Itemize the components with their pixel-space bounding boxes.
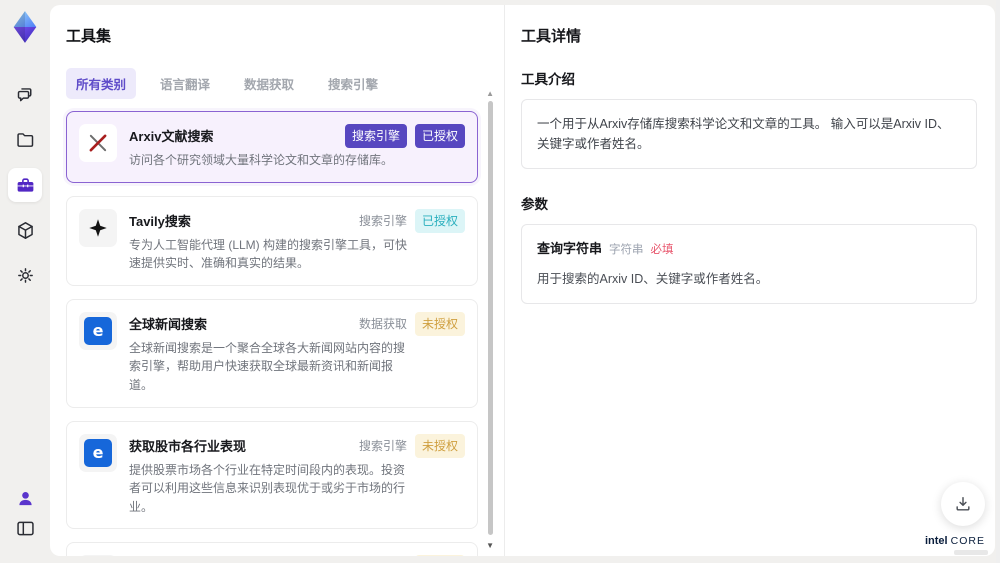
tool-badges: 搜索引擎 已授权 <box>344 124 465 148</box>
tool-list-pane: 工具集 所有类别 语言翻译 数据获取 搜索引擎 Arxiv文献搜索 访问各个研究… <box>50 5 505 556</box>
tavily-logo-icon <box>79 208 117 247</box>
tool-card-tavily[interactable]: Tavily搜索 专为人工智能代理 (LLM) 构建的搜索引擎工具，可快速提供实… <box>66 195 478 286</box>
scroll-down-arrow[interactable]: ▼ <box>486 541 494 550</box>
sidebar-collapse-button[interactable] <box>8 511 42 545</box>
sidebar-item-settings[interactable] <box>8 258 42 292</box>
tab-search-engine[interactable]: 搜索引擎 <box>318 68 388 99</box>
intel-wordmark: intel <box>924 535 948 547</box>
parameter-type: 字符串 <box>609 244 644 256</box>
parameter-box: 查询字符串 字符串 必填 用于搜索的Arxiv ID、关键字或作者姓名。 <box>521 224 977 304</box>
auth-status-badge: 已授权 <box>414 208 465 233</box>
parameter-required-badge: 必填 <box>650 244 674 256</box>
tab-all-categories[interactable]: 所有类别 <box>66 68 137 99</box>
stock-sectors-logo-icon: e <box>79 433 117 472</box>
folder-icon <box>16 132 33 147</box>
detail-title: 工具详情 <box>521 28 582 45</box>
auth-status-badge: 未授权 <box>414 311 465 336</box>
intel-core-logo: intel CORE <box>922 535 988 555</box>
tool-badges: 搜索引擎 未授权 <box>359 555 465 556</box>
tool-intro-box: 一个用于从Arxiv存储库搜索科学论文和文章的工具。 输入可以是Arxiv ID… <box>521 99 977 169</box>
arxiv-logo-icon <box>79 124 117 162</box>
auth-status-badge: 未授权 <box>414 555 465 556</box>
category-badge: 搜索引擎 <box>358 438 407 453</box>
parameter-description: 用于搜索的Arxiv ID、关键字或作者姓名。 <box>537 271 769 286</box>
intro-heading: 工具介绍 <box>521 72 575 87</box>
tool-card-stock-sectors[interactable]: e 获取股市各行业表现 提供股票市场各个行业在特定时间段内的表现。投资者可以利用… <box>66 420 478 530</box>
active-stocks-logo-icon: e <box>79 555 117 556</box>
sidebar-item-profile[interactable] <box>8 481 42 515</box>
main-content: 工具集 所有类别 语言翻译 数据获取 搜索引擎 Arxiv文献搜索 访问各个研究… <box>50 5 995 556</box>
tool-card-global-news[interactable]: e 全球新闻搜索 全球新闻搜索是一个聚合全球各大新闻网站内容的搜索引擎，帮助用户… <box>66 298 478 408</box>
tool-description: 访问各个研究领域大量科学论文和文章的存储库。 <box>129 153 394 167</box>
download-icon <box>956 497 970 511</box>
chat-icon <box>17 87 31 101</box>
parameter-name: 查询字符串 <box>537 241 603 256</box>
sidebar-item-chat[interactable] <box>8 78 42 112</box>
category-tabs: 所有类别 语言翻译 数据获取 搜索引擎 <box>66 68 504 99</box>
tool-description: 提供股票市场各个行业在特定时间段内的表现。投资者可以利用这些信息来识别表现优于或… <box>129 462 406 514</box>
sidebar-item-models[interactable] <box>8 213 42 247</box>
tab-data-fetch[interactable]: 数据获取 <box>234 68 304 99</box>
window-scrollbar[interactable] <box>996 0 1000 563</box>
toolbox-icon <box>17 177 33 192</box>
tool-description: 全球新闻搜索是一个聚合全球各大新闻网站内容的搜索引擎，帮助用户快速获取全球最新资… <box>129 340 406 392</box>
category-badge: 搜索引擎 <box>344 124 407 148</box>
download-button[interactable] <box>941 482 985 526</box>
scroll-up-arrow[interactable]: ▲ <box>486 89 494 98</box>
cube-icon <box>17 221 33 239</box>
auth-status-badge: 未授权 <box>414 433 465 458</box>
app-logo-icon <box>13 11 37 43</box>
sidebar-item-tools[interactable] <box>8 168 42 202</box>
category-badge: 搜索引擎 <box>359 555 407 556</box>
sidebar-item-files[interactable] <box>8 123 42 157</box>
auth-status-badge: 已授权 <box>414 124 465 148</box>
tool-card-list: Arxiv文献搜索 访问各个研究领域大量科学论文和文章的存储库。 搜索引擎 已授… <box>66 111 478 556</box>
category-badge: 搜索引擎 <box>358 213 407 228</box>
user-icon <box>18 491 32 505</box>
global-news-logo-icon: e <box>79 311 117 350</box>
tab-translation[interactable]: 语言翻译 <box>150 68 220 99</box>
list-scrollbar[interactable] <box>488 101 493 535</box>
core-wordmark: CORE <box>950 535 986 547</box>
left-rail <box>0 0 50 563</box>
intel-core-logo-text: intel CORE <box>922 535 988 547</box>
tool-description: 专为人工智能代理 (LLM) 构建的搜索引擎工具，可快速提供实时、准确和真实的结… <box>129 237 408 271</box>
tool-badges: 搜索引擎 未授权 <box>358 433 465 458</box>
tool-card-active-stocks[interactable]: e 获取市场最活跃股票信息 提供当天交易量最高的股票列表，投资者可以利用这些信息… <box>66 542 478 556</box>
tool-badges: 搜索引擎 已授权 <box>358 208 465 233</box>
tool-badges: 数据获取 未授权 <box>358 311 465 336</box>
parameter-header: 查询字符串 字符串 必填 <box>537 239 961 260</box>
page-title: 工具集 <box>66 28 112 45</box>
params-heading: 参数 <box>521 197 548 212</box>
panel-toggle-icon <box>16 521 34 535</box>
category-badge: 数据获取 <box>358 316 407 331</box>
tool-detail-pane: 工具详情 工具介绍 一个用于从Arxiv存储库搜索科学论文和文章的工具。 输入可… <box>505 5 995 556</box>
intel-ultra-watermark <box>954 550 988 555</box>
gear-icon <box>17 267 33 283</box>
tool-card-arxiv[interactable]: Arxiv文献搜索 访问各个研究领域大量科学论文和文章的存储库。 搜索引擎 已授… <box>66 111 478 183</box>
